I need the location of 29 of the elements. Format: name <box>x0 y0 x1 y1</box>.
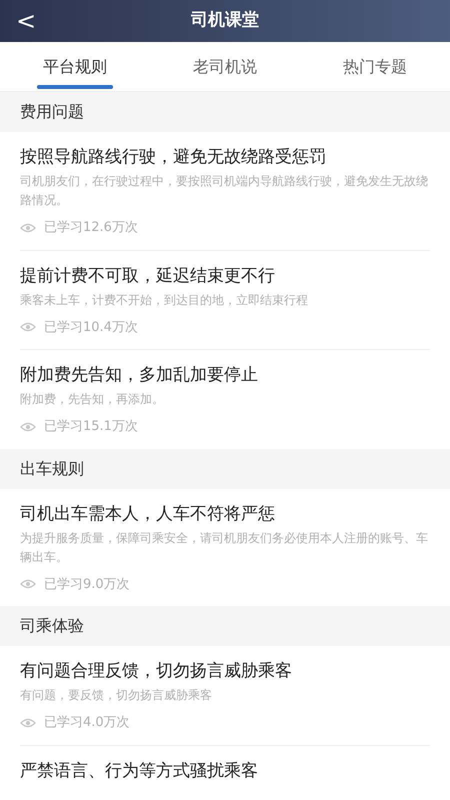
eye-icon <box>20 718 36 728</box>
view-count: 已学习10.4万次 <box>44 318 138 336</box>
article-title[interactable]: 司机出车需本人，人车不符将严惩 <box>20 500 430 526</box>
tab[interactable]: 热门专题 <box>300 42 450 91</box>
tab[interactable]: 老司机说 <box>150 42 300 91</box>
article-title[interactable]: 有问题合理反馈，切勿扬言威胁乘客 <box>20 658 430 684</box>
article-summary: 司机朋友们，在行驶过程中，要按照司机端内导航路线行驶，避免发生无故绕路情况。 <box>20 173 429 209</box>
tab[interactable]: 平台规则 <box>0 42 150 91</box>
section-header: 费用问题 <box>0 92 450 132</box>
section-header: 出车规则 <box>0 448 450 488</box>
back-button[interactable]: < <box>12 9 40 33</box>
view-count: 已学习9.0万次 <box>44 576 130 594</box>
section-header: 司乘体验 <box>0 606 450 646</box>
article-title[interactable]: 严禁语言、行为等方式骚扰乘客 <box>20 758 430 784</box>
eye-icon <box>20 222 36 233</box>
article-summary: 为提升服务质量，保障司乘安全，请司机朋友们务必使用本人注册的账号、车辆出车。 <box>20 530 429 566</box>
eye-icon <box>20 579 36 590</box>
article-summary: 有问题，要反馈，切勿扬言威胁乘客 <box>20 687 213 704</box>
article-summary: 乘客未上车，计费不开始，到达目的地，立即结束行程 <box>20 292 309 308</box>
eye-icon <box>20 422 36 432</box>
article-title[interactable]: 附加费先告知，多加乱加要停止 <box>20 362 430 388</box>
article-summary: 附加费，先告知，再添加。 <box>20 391 165 408</box>
page-title: 司机课堂 <box>191 9 259 32</box>
article-title[interactable]: 提前计费不可取，延迟结束更不行 <box>20 262 430 288</box>
view-count: 已学习12.6万次 <box>44 219 138 237</box>
view-count: 已学习4.0万次 <box>44 714 130 732</box>
article-title[interactable]: 按照导航路线行驶，避免无故绕路受惩罚 <box>20 144 430 170</box>
view-count: 已学习15.1万次 <box>44 418 138 436</box>
eye-icon <box>20 322 36 332</box>
